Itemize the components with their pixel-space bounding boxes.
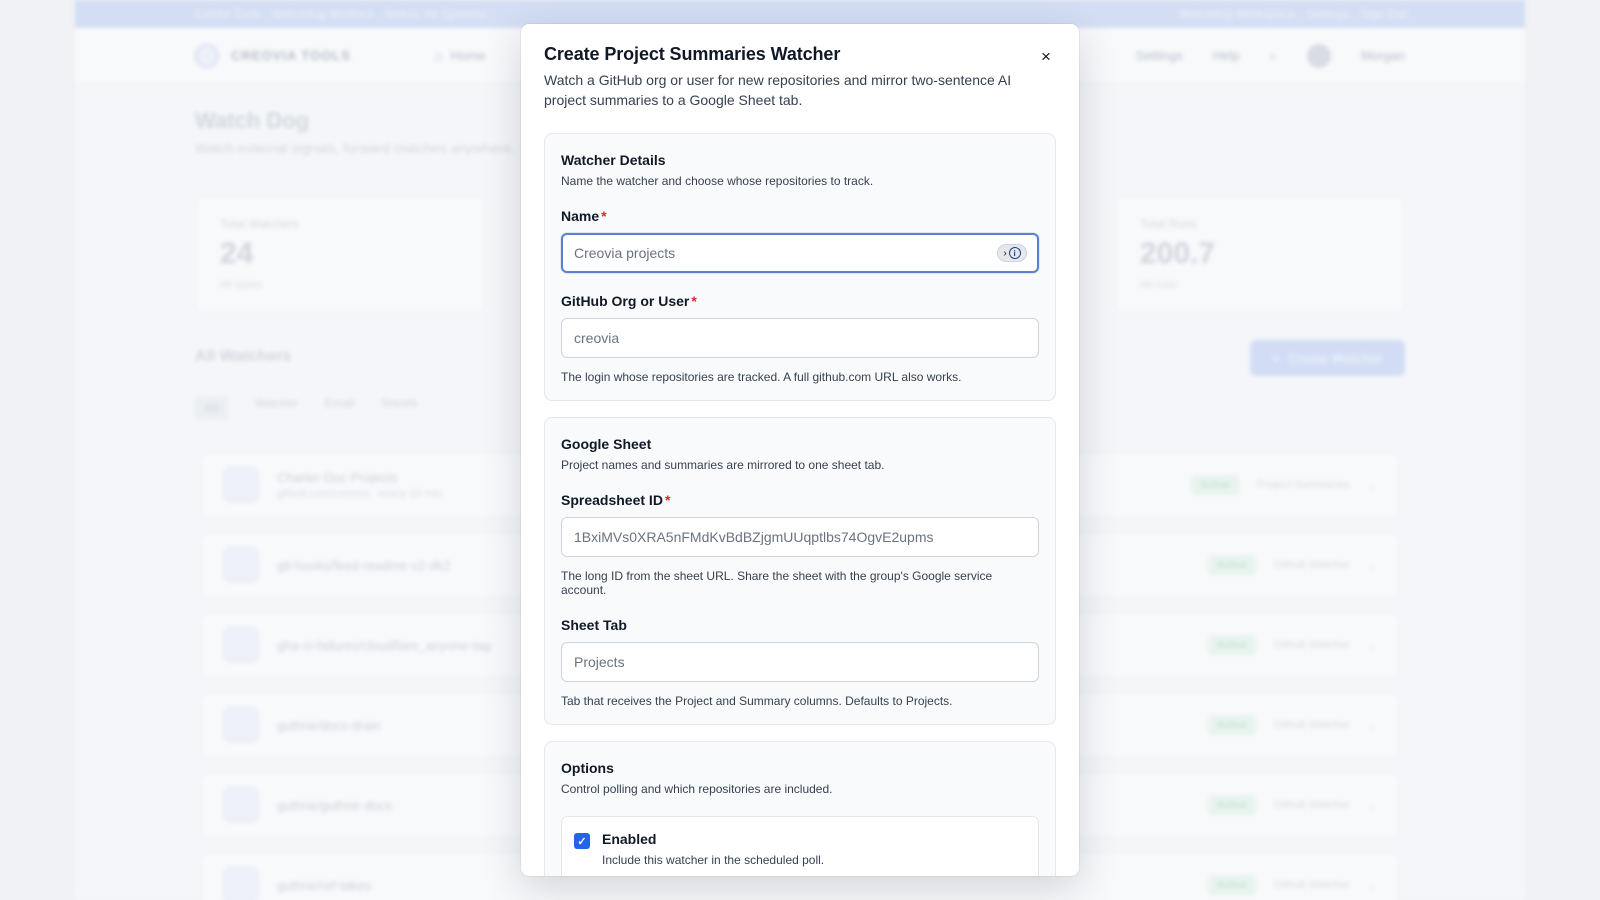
section-title: Google Sheet xyxy=(561,436,652,452)
section-description: Project names and summaries are mirrored… xyxy=(561,458,885,472)
google-sheet-section: Google Sheet Project names and summaries… xyxy=(544,417,1056,725)
org-field[interactable] xyxy=(561,318,1039,358)
options-section: Options Control polling and which reposi… xyxy=(544,741,1056,876)
option-title: Enabled xyxy=(602,831,657,847)
required-marker: * xyxy=(664,492,671,508)
name-field[interactable]: ›i xyxy=(561,233,1039,273)
password-manager-icon[interactable]: › i xyxy=(997,244,1027,262)
name-input[interactable] xyxy=(574,245,1026,261)
required-marker: * xyxy=(691,293,697,309)
label-text: Spreadsheet ID xyxy=(561,492,663,508)
enabled-option[interactable]: ✓ Enabled Include this watcher in the sc… xyxy=(561,816,1039,876)
spreadsheet-id-field[interactable] xyxy=(561,517,1039,557)
spreadsheet-help-text: The long ID from the sheet URL. Share th… xyxy=(561,569,993,597)
label-text: Name xyxy=(561,208,600,224)
required-marker: * xyxy=(601,208,607,224)
sheet-tab-label: Sheet Tab xyxy=(561,617,1039,633)
enabled-checkbox[interactable]: ✓ xyxy=(574,833,590,849)
spreadsheet-id-label: Spreadsheet ID * xyxy=(561,492,1039,508)
info-icon: i xyxy=(1008,247,1021,259)
create-watcher-dialog: × Create Project Summaries Watcher Watch… xyxy=(521,24,1079,876)
section-description: Control polling and which repositories a… xyxy=(561,782,833,796)
section-description: Name the watcher and choose whose reposi… xyxy=(561,174,874,188)
label-text: Sheet Tab xyxy=(561,617,627,633)
sheet-tab-input[interactable] xyxy=(574,654,1026,670)
dialog-title: Create Project Summaries Watcher xyxy=(544,44,841,64)
section-title: Watcher Details xyxy=(561,152,666,168)
name-label: Name * xyxy=(561,208,1039,224)
org-label: GitHub Org or User * xyxy=(561,293,1039,309)
close-icon[interactable]: × xyxy=(1035,46,1057,68)
sheet-tab-field[interactable] xyxy=(561,642,1039,682)
spreadsheet-id-input[interactable] xyxy=(574,529,1026,545)
watcher-details-section: Watcher Details Name the watcher and cho… xyxy=(544,133,1056,401)
check-icon: ✓ xyxy=(577,835,587,848)
label-text: GitHub Org or User xyxy=(561,293,690,309)
sheet-tab-help-text: Tab that receives the Project and Summar… xyxy=(561,694,953,708)
chevron-right-icon: › xyxy=(1003,247,1007,259)
section-title: Options xyxy=(561,760,614,776)
org-help-text: The login whose repositories are tracked… xyxy=(561,370,962,384)
org-input[interactable] xyxy=(574,330,1026,346)
dialog-description: Watch a GitHub org or user for new repos… xyxy=(544,72,1012,108)
option-description: Include this watcher in the scheduled po… xyxy=(602,853,825,867)
